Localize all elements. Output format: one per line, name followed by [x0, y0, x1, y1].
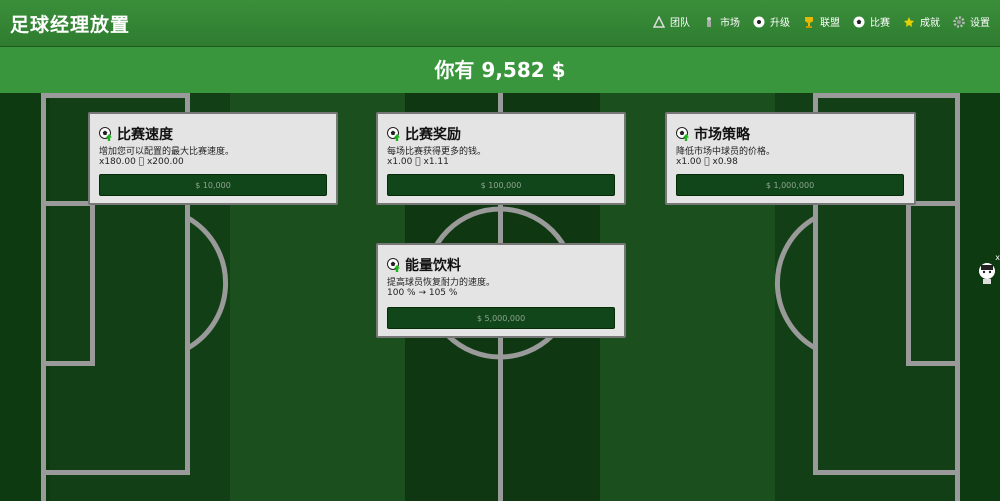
nav-item-settings[interactable]: 设置: [953, 14, 990, 29]
nav-label-upgrade: 升级: [770, 18, 790, 29]
ball-upgrade-icon: [387, 258, 401, 272]
trophy-icon: [803, 16, 815, 28]
card-values: x180.00 ￿ x200.00: [99, 157, 184, 167]
nav-label-league: 联盟: [820, 18, 840, 29]
buy-button[interactable]: $ 1,000,000: [676, 174, 904, 196]
buy-button[interactable]: $ 100,000: [387, 174, 615, 196]
ball-upgrade-icon: [676, 127, 690, 141]
nav-item-league[interactable]: 联盟: [803, 14, 840, 29]
nav-item-market[interactable]: 市场: [703, 14, 740, 29]
ball-icon: [853, 16, 865, 28]
ball-upgrade-icon: [387, 127, 401, 141]
card-description: 增加您可以配置的最大比赛速度。: [99, 147, 235, 157]
penalty-arc-right: [774, 215, 817, 351]
card-title: 比赛奖励: [405, 127, 461, 143]
card-title: 能量饮料: [405, 258, 461, 274]
card-description: 提高球员恢复耐力的速度。: [387, 278, 496, 288]
gear-icon: [953, 15, 965, 28]
nav-label-market: 市场: [720, 18, 740, 29]
penalty-arc-left: [186, 215, 229, 351]
upgrade-card-energy-drink: 能量饮料 提高球员恢复耐力的速度。 100 % → 105 % $ 5,000,…: [376, 243, 626, 338]
helper-close-button[interactable]: x: [995, 253, 1000, 262]
upgrade-card-match-speed: 比赛速度 增加您可以配置的最大比赛速度。 x180.00 ￿ x200.00 $…: [88, 112, 338, 205]
nav-item-team[interactable]: 团队: [652, 14, 690, 29]
card-description: 降低市场中球员的价格。: [676, 147, 776, 157]
card-values: 100 % → 105 %: [387, 288, 458, 298]
team-icon: [652, 14, 666, 28]
nav-menu: 团队 市场 升级 联盟 比赛 成就 设置: [652, 14, 990, 29]
nav-label-settings: 设置: [970, 18, 990, 29]
upgrade-card-market-strategy: 市场策略 降低市场中球员的价格。 x1.00 ￿ x0.98 $ 1,000,0…: [665, 112, 916, 205]
helper-mascot-icon[interactable]: [978, 262, 996, 284]
star-icon: [903, 16, 915, 28]
nav-label-match: 比赛: [870, 18, 890, 29]
buy-button[interactable]: $ 10,000: [99, 174, 327, 196]
nav-label-achievements: 成就: [920, 18, 940, 29]
top-bar: 足球经理放置 团队 市场 升级 联盟 比赛 成就 设置: [0, 0, 1000, 47]
upgrade-card-match-reward: 比赛奖励 每场比赛获得更多的钱。 x1.00 ￿ x1.11 $ 100,000: [376, 112, 626, 205]
ball-upgrade-icon: [99, 127, 113, 141]
upgrade-icon: [753, 16, 765, 28]
card-description: 每场比赛获得更多的钱。: [387, 147, 487, 157]
card-values: x1.00 ￿ x0.98: [676, 157, 738, 167]
nav-item-achievements[interactable]: 成就: [903, 14, 940, 29]
app-title: 足球经理放置: [10, 14, 131, 36]
card-values: x1.00 ￿ x1.11: [387, 157, 449, 167]
market-icon: [703, 16, 715, 28]
nav-item-match[interactable]: 比赛: [853, 14, 890, 29]
nav-item-upgrade[interactable]: 升级: [753, 14, 790, 29]
buy-button[interactable]: $ 5,000,000: [387, 307, 615, 329]
money-display: 你有 9,582 $: [0, 47, 1000, 93]
card-title: 市场策略: [694, 127, 750, 143]
nav-label-team: 团队: [670, 18, 690, 29]
card-title: 比赛速度: [117, 127, 173, 143]
